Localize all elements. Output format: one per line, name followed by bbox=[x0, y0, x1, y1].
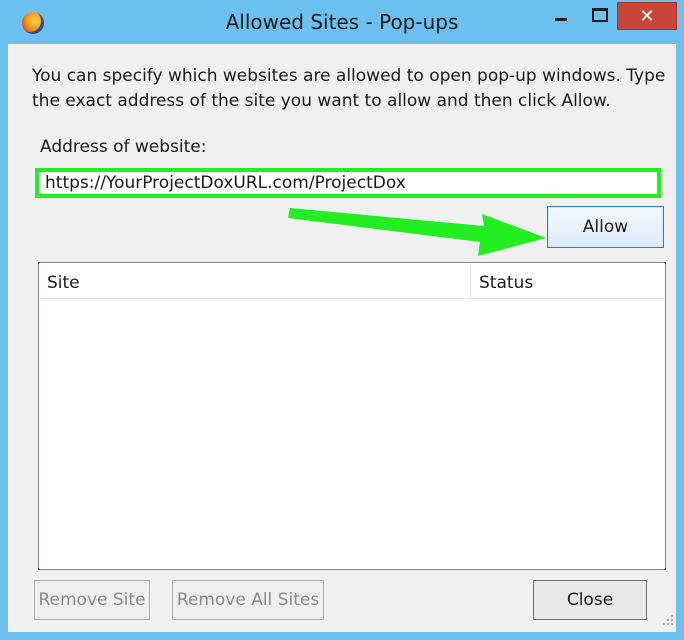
green-arrow-annotation bbox=[288, 208, 546, 256]
close-icon: ✕ bbox=[639, 5, 655, 27]
title-bar[interactable]: Allowed Sites - Pop-ups ✕ bbox=[0, 0, 684, 44]
column-header-site[interactable]: Site bbox=[39, 263, 471, 299]
remove-all-sites-button[interactable]: Remove All Sites bbox=[172, 580, 324, 620]
column-header-status[interactable]: Status bbox=[471, 263, 665, 299]
close-button-label: Close bbox=[566, 590, 614, 610]
address-label: Address of website: bbox=[40, 137, 206, 157]
instructions-text: You can specify which websites are allow… bbox=[32, 66, 666, 111]
resize-grip-icon[interactable] bbox=[660, 612, 674, 626]
sites-list[interactable]: Site Status bbox=[38, 262, 666, 570]
window-close-button[interactable]: ✕ bbox=[617, 2, 677, 30]
address-field-highlight bbox=[35, 168, 661, 198]
remove-site-label: Remove Site bbox=[38, 590, 146, 610]
maximize-icon bbox=[592, 8, 608, 22]
maximize-button[interactable] bbox=[585, 0, 615, 30]
allow-button[interactable]: Allow bbox=[547, 206, 664, 248]
remove-site-button[interactable]: Remove Site bbox=[34, 580, 150, 620]
dialog-window: Allowed Sites - Pop-ups ✕ You can specif… bbox=[0, 0, 684, 640]
remove-all-label: Remove All Sites bbox=[176, 590, 320, 610]
minimize-icon bbox=[555, 17, 567, 21]
allow-button-label: Allow bbox=[582, 217, 629, 237]
minimize-button[interactable] bbox=[538, 0, 584, 30]
address-input[interactable] bbox=[45, 172, 645, 194]
address-label-text: Address of website: bbox=[40, 137, 207, 157]
close-button[interactable]: Close bbox=[533, 580, 647, 620]
